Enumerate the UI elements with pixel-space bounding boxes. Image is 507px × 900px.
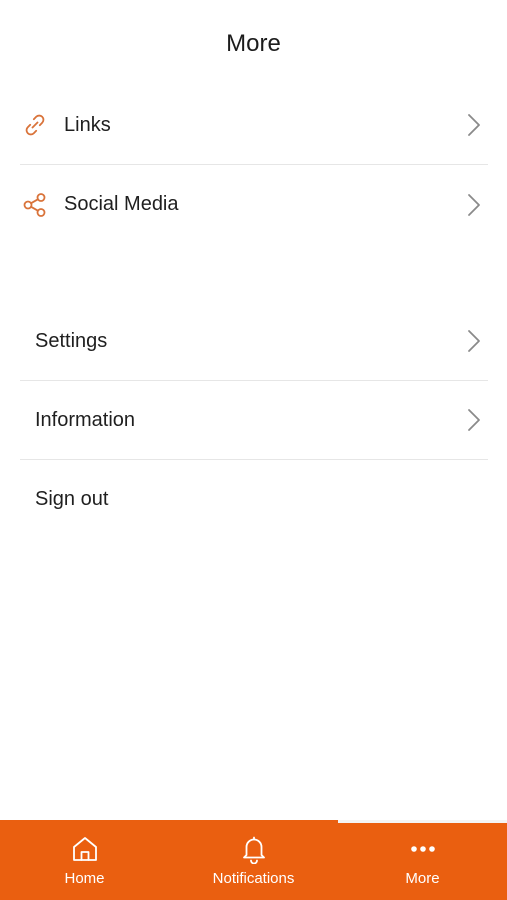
menu-item-label: Settings <box>35 329 108 352</box>
share-icon <box>21 191 49 219</box>
menu-item-label: Information <box>35 408 136 431</box>
bell-icon <box>237 832 271 866</box>
tab-notifications[interactable]: Notifications <box>169 820 338 900</box>
chevron-right-icon <box>466 192 482 218</box>
more-dots-icon <box>406 832 440 866</box>
menu-item-label: Links <box>64 113 111 136</box>
menu-item-social-media[interactable]: Social Media <box>20 165 488 244</box>
menu-item-label: Sign out <box>35 488 109 510</box>
menu-item-information[interactable]: Information <box>20 381 488 460</box>
page-title: More <box>226 30 281 57</box>
menu-item-label: Social Media <box>64 193 179 215</box>
page-header: More <box>0 0 507 88</box>
bottom-tab-bar: Home Notifications More <box>0 820 507 900</box>
tab-home[interactable]: Home <box>0 820 169 900</box>
menu-group-account: Settings Information Sign out <box>20 302 488 539</box>
home-icon <box>68 832 102 866</box>
active-tab-indicator <box>338 820 507 823</box>
menu-item-sign-out[interactable]: Sign out <box>20 460 488 539</box>
tab-label: Notifications <box>212 870 295 887</box>
link-icon <box>21 111 49 139</box>
menu-group-links: Links Social Media <box>20 86 488 244</box>
menu-item-links[interactable]: Links <box>20 86 488 165</box>
tab-label: More <box>405 870 440 887</box>
chevron-right-icon <box>466 112 482 138</box>
chevron-right-icon <box>466 407 482 433</box>
menu-item-settings[interactable]: Settings <box>20 302 488 381</box>
tab-more[interactable]: More <box>338 820 507 900</box>
tab-label: Home <box>64 870 105 887</box>
chevron-right-icon <box>466 328 482 354</box>
